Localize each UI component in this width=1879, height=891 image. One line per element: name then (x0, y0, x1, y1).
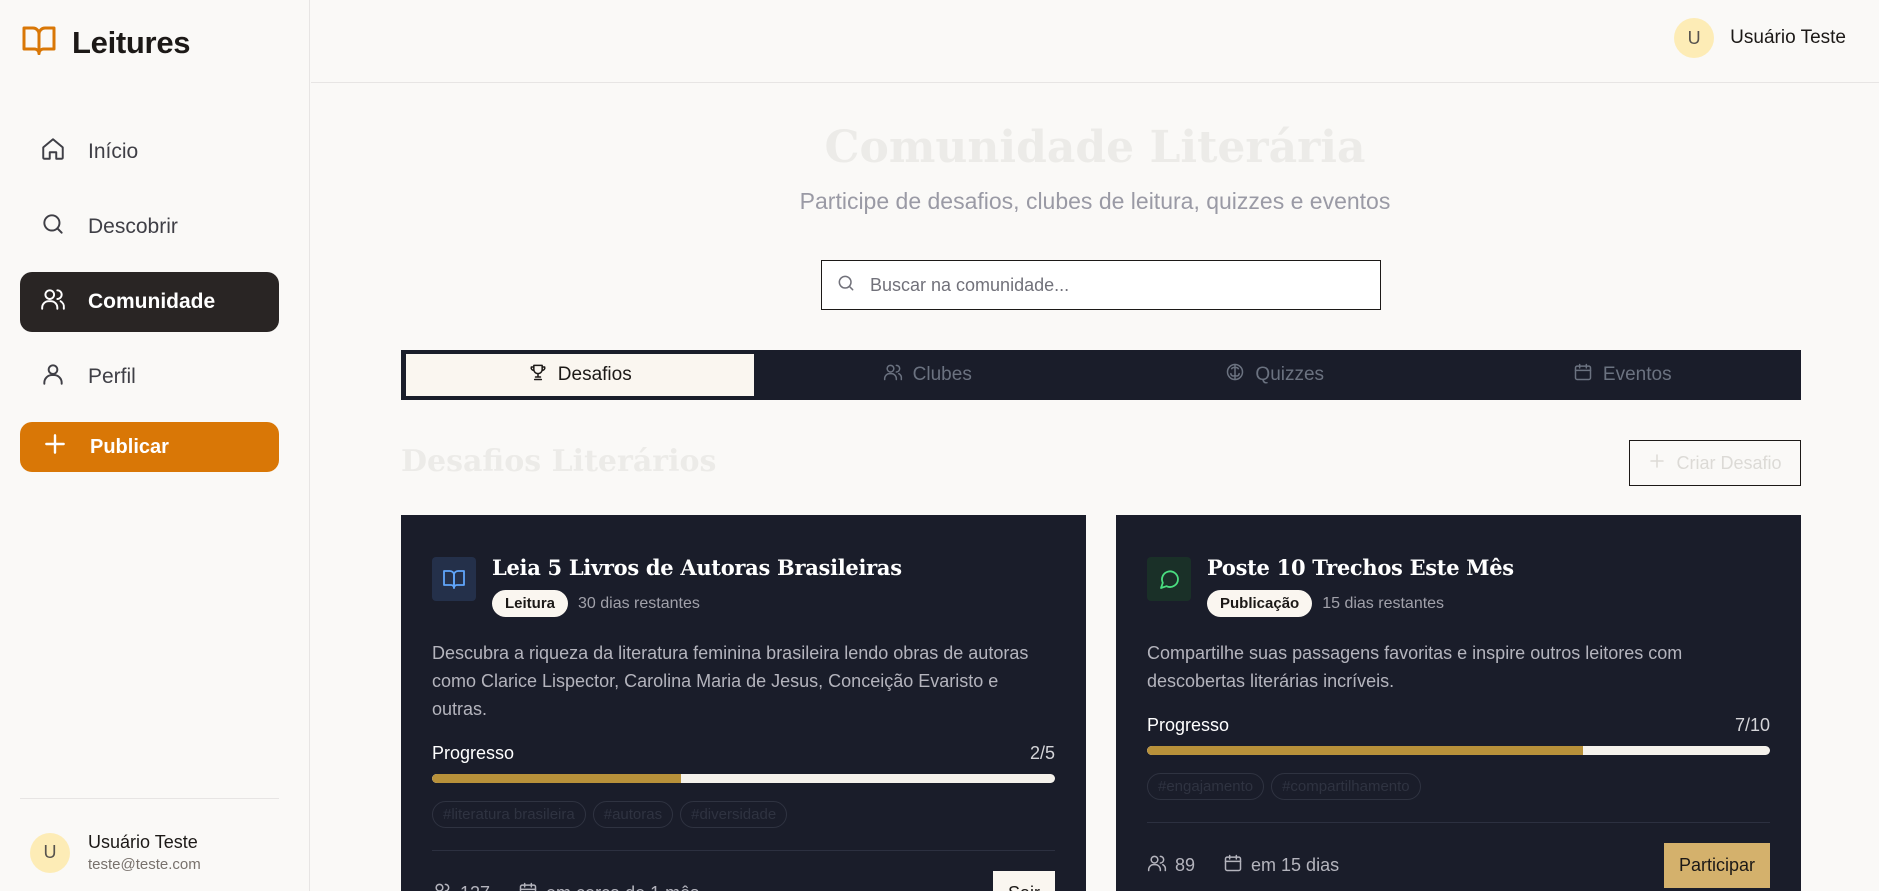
progress-label: Progresso (432, 743, 515, 763)
search-icon (836, 273, 856, 298)
book-open-icon (432, 557, 476, 601)
sidebar-item-descobrir[interactable]: Descobrir (20, 197, 279, 257)
calendar-icon (1573, 362, 1593, 388)
challenge-description: Compartilhe suas passagens favoritas e i… (1147, 643, 1683, 691)
create-challenge-button[interactable]: Criar Desafio (1629, 440, 1801, 486)
deadline: em 15 dias (1251, 855, 1340, 875)
plus-icon (42, 431, 68, 463)
participant-count: 127 (460, 883, 490, 891)
calendar-icon (1223, 853, 1243, 878)
book-open-icon (20, 22, 58, 63)
trophy-icon (528, 362, 548, 388)
tab-clubes[interactable]: Clubes (754, 354, 1102, 396)
leave-button[interactable]: Sair (992, 871, 1055, 891)
progress-value: 2/5 (1029, 743, 1055, 763)
progress-value: 7/10 (1734, 715, 1770, 735)
users-icon (1147, 853, 1167, 878)
search-icon (40, 211, 66, 243)
tag-list: #literatura brasileira #autoras #diversi… (432, 801, 1055, 828)
sidebar-nav: Início Descobrir Comunidade Perfil Publi… (20, 122, 279, 472)
users-icon (40, 286, 66, 318)
challenge-title: Poste 10 Trechos Este Mês (1207, 555, 1514, 580)
plus-icon (1648, 452, 1666, 475)
topbar: U Usuário Teste (311, 0, 1879, 83)
tab-label: Desafios (557, 364, 632, 385)
search-input[interactable] (870, 274, 1350, 296)
tab-eventos[interactable]: Eventos (1449, 354, 1797, 396)
tab-desafios[interactable]: Desafios (406, 354, 754, 396)
challenge-title: Leia 5 Livros de Autoras Brasileiras (492, 555, 902, 580)
tag[interactable]: #autoras (592, 801, 674, 828)
category-badge: Publicação (1207, 590, 1313, 617)
join-button[interactable]: Participar (1663, 843, 1770, 888)
tab-label: Quizzes (1255, 364, 1325, 385)
tag[interactable]: #compartilhamento (1271, 773, 1421, 800)
progress-bar (432, 774, 1055, 783)
progress-label: Progresso (1147, 715, 1230, 735)
brain-icon (1225, 362, 1245, 388)
tag[interactable]: #diversidade (680, 801, 788, 828)
brand[interactable]: Leitures (20, 22, 191, 63)
participant-count: 89 (1175, 855, 1196, 875)
deadline: em cerca de 1 mês (546, 883, 699, 891)
avatar: U (30, 832, 70, 873)
user-name: Usuário Teste (88, 832, 198, 852)
sidebar-item-comunidade[interactable]: Comunidade (20, 272, 279, 332)
tag[interactable]: #literatura brasileira (432, 801, 586, 828)
tag[interactable]: #engajamento (1147, 773, 1265, 800)
challenge-card: Poste 10 Trechos Este Mês Publicação 15 … (1116, 515, 1801, 891)
tag-list: #engajamento #compartilhamento (1147, 773, 1770, 800)
message-circle-icon (1147, 557, 1191, 601)
challenge-card: Leia 5 Livros de Autoras Brasileiras Lei… (401, 515, 1086, 891)
top-user-name: Usuário Teste (1730, 27, 1846, 48)
progress-fill (432, 774, 682, 783)
page-subtitle: Participe de desafios, clubes de leitura… (799, 188, 1391, 214)
brand-name: Leitures (72, 24, 191, 60)
page-title: Comunidade Literária (824, 122, 1366, 173)
tab-bar: Desafios Clubes Quizzes Eventos (401, 350, 1801, 400)
divider (432, 850, 1055, 851)
progress-fill (1147, 746, 1584, 755)
user-email: teste@teste.com (88, 856, 201, 873)
publish-label: Publicar (90, 435, 169, 458)
divider (1147, 822, 1770, 823)
users-icon (883, 362, 903, 388)
home-icon (40, 136, 66, 168)
search-box (821, 260, 1381, 310)
sidebar-user[interactable]: U Usuário Teste teste@teste.com (30, 832, 201, 873)
create-challenge-label: Criar Desafio (1676, 452, 1782, 473)
progress-bar (1147, 746, 1770, 755)
days-remaining: 30 dias restantes (578, 594, 700, 612)
category-badge: Leitura (492, 590, 569, 617)
sidebar-item-inicio[interactable]: Início (20, 122, 279, 182)
tab-label: Eventos (1602, 364, 1672, 385)
sidebar-item-label: Perfil (88, 365, 136, 388)
calendar-icon (518, 881, 538, 891)
tab-label: Clubes (912, 364, 972, 385)
sidebar-item-label: Comunidade (88, 290, 216, 313)
users-icon (432, 881, 452, 891)
sidebar-item-label: Início (88, 140, 139, 163)
sidebar-item-perfil[interactable]: Perfil (20, 347, 279, 407)
sidebar-item-label: Descobrir (88, 215, 178, 238)
divider (20, 798, 279, 799)
top-user-menu[interactable]: U Usuário Teste (1674, 18, 1846, 58)
sidebar: Leitures Início Descobrir Comunidade Per… (0, 0, 310, 891)
days-remaining: 15 dias restantes (1322, 594, 1445, 612)
challenge-description: Descubra a riqueza da literatura feminin… (432, 643, 1029, 719)
user-icon (40, 361, 66, 393)
publish-button[interactable]: Publicar (20, 422, 279, 472)
tab-quizzes[interactable]: Quizzes (1101, 354, 1449, 396)
section-title: Desafios Literários (401, 444, 717, 479)
avatar: U (1674, 18, 1715, 58)
